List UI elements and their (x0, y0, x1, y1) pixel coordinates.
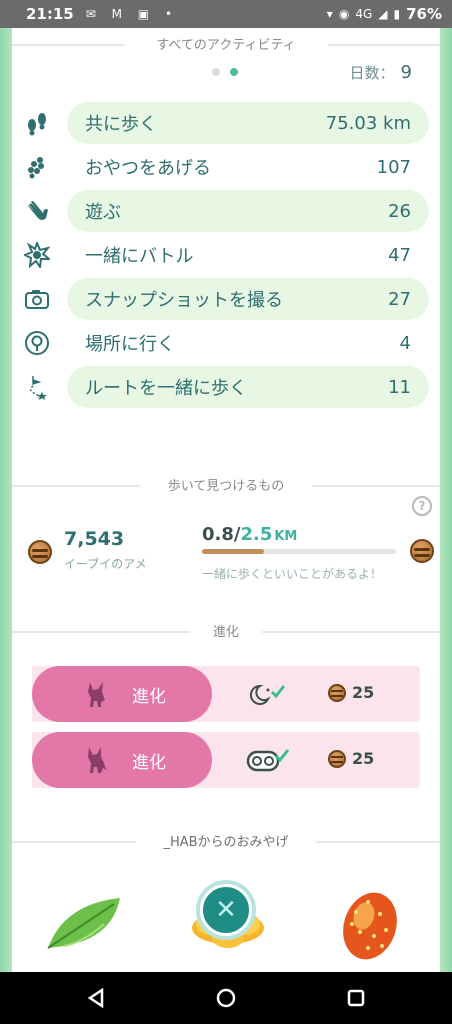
distance-progress-bar (202, 549, 396, 554)
battle-icon (24, 242, 50, 268)
evolve-button[interactable]: 進化 (32, 666, 212, 722)
evolution-cost: 25 (328, 749, 374, 768)
route-icon (30, 376, 47, 400)
activity-row-battle: 一緒にバトル 47 (85, 244, 411, 268)
status-time: 21:15 (26, 5, 74, 23)
night-check-icon (249, 684, 286, 705)
evolution-row-umbreon: 進化 25 (32, 666, 420, 722)
recents-icon[interactable] (346, 988, 366, 1008)
souvenirs-section-title: _HABからのおみやげ (12, 831, 440, 850)
footprints-icon (28, 113, 46, 136)
activity-row-places: 場所に行く 4 (85, 332, 411, 356)
android-nav-bar (0, 972, 452, 1024)
espeon-silhouette-icon (88, 747, 106, 773)
location-icon: ◉ (338, 7, 350, 21)
walk-section-title: 歩いて見つけるもの (12, 475, 440, 494)
back-icon[interactable] (86, 988, 106, 1008)
page-indicator[interactable] (212, 68, 238, 76)
close-icon: ✕ (215, 895, 237, 925)
page-dot-active[interactable] (230, 68, 238, 76)
evolution-section-title: 進化 (12, 621, 440, 640)
evolution-cost: 25 (328, 683, 374, 702)
status-right: ▾ ◉ 4G ◢ ▮ 76% (327, 5, 442, 23)
activity-row-route: ルートを一緒に歩く 11 (67, 366, 429, 408)
distance-progress-fill (202, 549, 265, 554)
berries-icon (28, 157, 44, 179)
candy-count: 7,543 (64, 528, 125, 550)
candy-label: イーブイのアメ (64, 557, 147, 571)
evolve-button[interactable]: 進化 (32, 732, 212, 788)
distance-readout: 0.8/2.5 KM (202, 524, 298, 545)
signal-text: 4G (355, 7, 373, 21)
reward-candy-icon (410, 539, 434, 563)
battery-level: 76% (406, 5, 442, 23)
candy-icon (328, 749, 346, 768)
status-bar: 21:15 ✉ M ▣ • ▾ ◉ 4G ◢ ▮ 76% (0, 0, 452, 28)
activity-row-snapshot: スナップショットを撮る 27 (67, 278, 429, 320)
activities-section-title: すべてのアクティビティ (12, 34, 440, 53)
camera-icon (25, 290, 49, 309)
close-button[interactable]: ✕ (200, 884, 252, 936)
battery-icon: ▮ (393, 7, 401, 21)
wifi-icon: ▾ (326, 7, 333, 21)
cactus-fruit-item-icon[interactable] (338, 884, 402, 964)
candy-icon (28, 540, 52, 564)
activity-row-treats: おやつをあげる 107 (85, 156, 411, 180)
umbreon-silhouette-icon (88, 682, 105, 707)
hand-wave-icon (28, 201, 48, 220)
activity-row-play: 遊ぶ 26 (67, 190, 429, 232)
dual-faces-check-icon (246, 749, 290, 772)
location-pin-icon (25, 331, 49, 355)
help-icon[interactable]: ? (412, 496, 432, 516)
page-dot[interactable] (212, 68, 220, 76)
leaf-item-icon[interactable] (44, 894, 124, 954)
buddy-history-card: すべてのアクティビティ 日数： 9 共に歩く 75.03 km おやつをあげる 1… (12, 28, 440, 972)
activity-row-walk: 共に歩く 75.03 km (67, 102, 429, 144)
candy-icon (328, 683, 346, 702)
notification-icons: ✉ M ▣ • (85, 7, 179, 21)
evolution-row-espeon: 進化 25 (32, 732, 420, 788)
home-icon[interactable] (216, 988, 236, 1008)
walk-hint: 一緒に歩くといいことがあるよ！ (202, 567, 383, 581)
days-counter: 日数： 9 (349, 62, 412, 83)
signal-icon: ◢ (378, 7, 388, 21)
